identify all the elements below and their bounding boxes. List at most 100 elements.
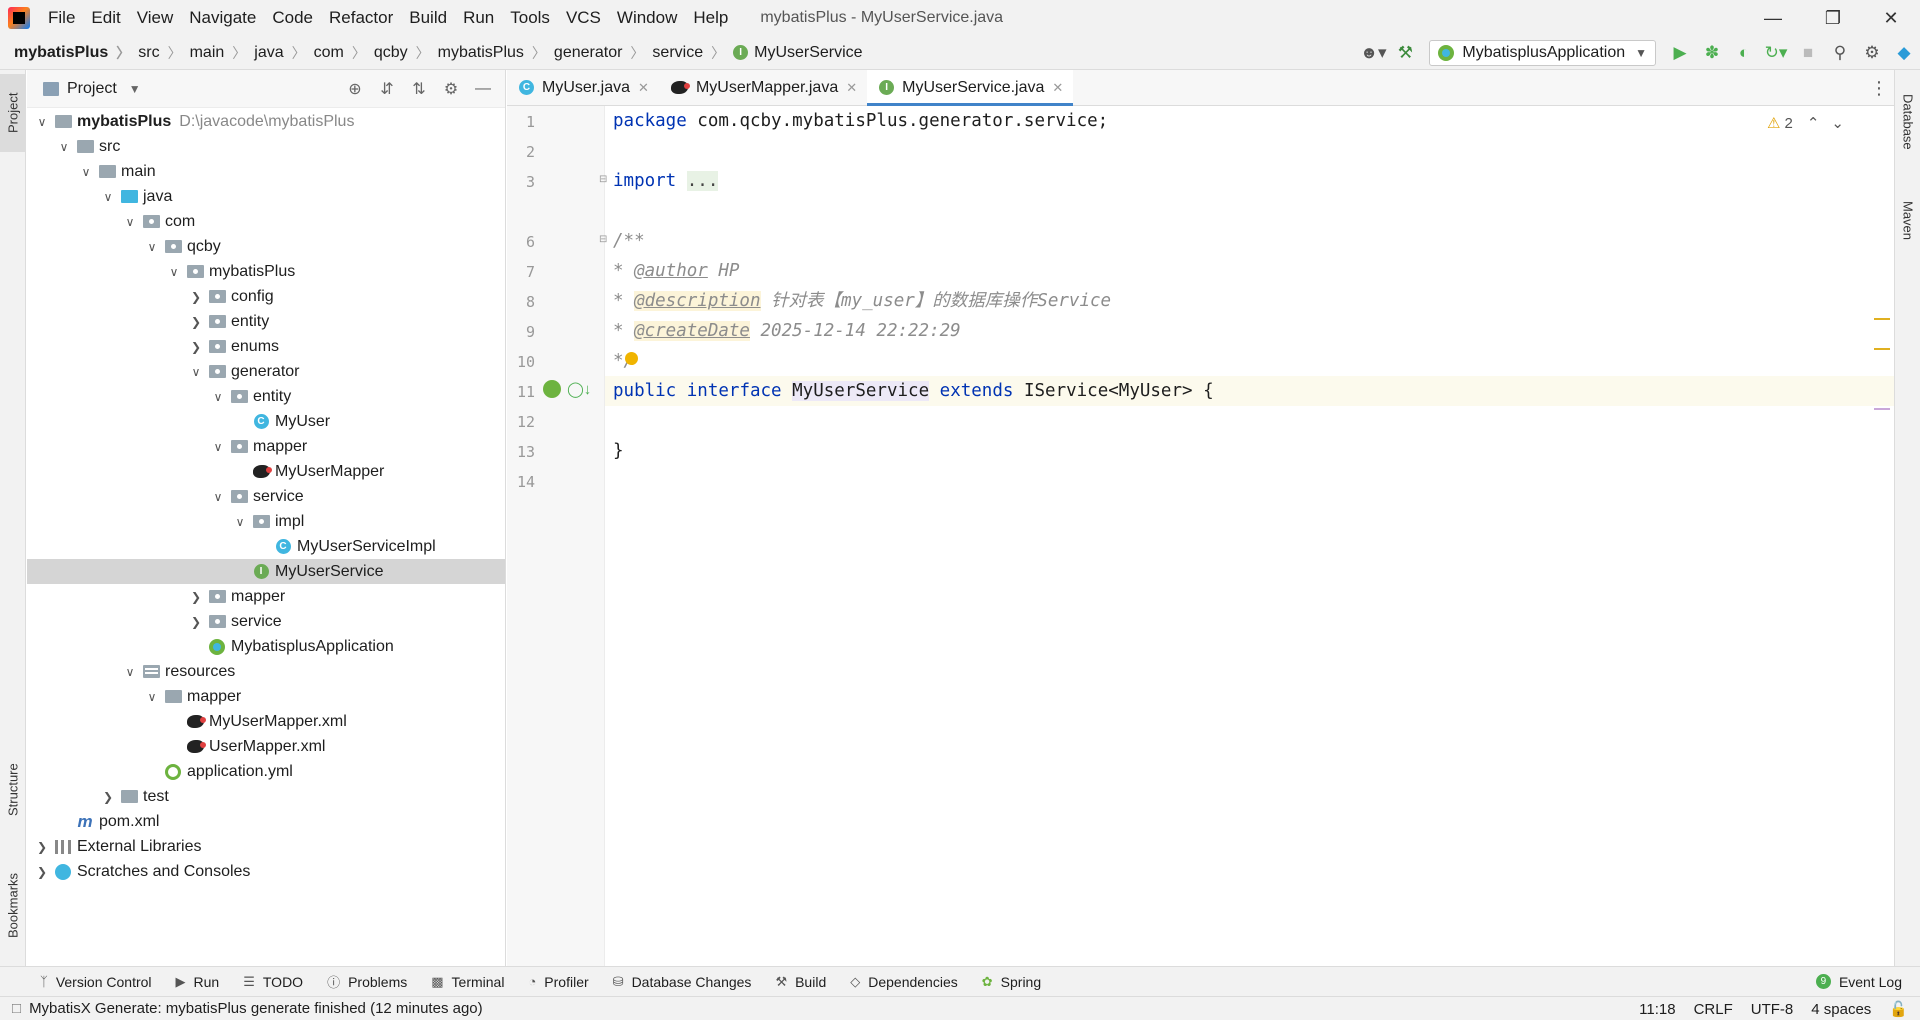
project-panel-title[interactable]: Project [67,80,117,98]
tree-item-com[interactable]: ∨ com [27,209,505,234]
tool-profiler[interactable]: ◔ Profiler [528,974,588,990]
tool-terminal[interactable]: ▩ Terminal [431,974,504,990]
tool-event-log[interactable]: 9 Event Log [1815,974,1902,990]
chevron-down-icon[interactable]: ∨ [207,490,229,504]
build-hammer-icon[interactable]: ⚒ [1389,36,1421,70]
tree-item-myusermapper-xml[interactable]: MyUserMapper.xml [27,709,505,734]
usage-stripe-marker[interactable] [1874,408,1890,410]
tree-item-usermapper-xml[interactable]: UserMapper.xml [27,734,505,759]
tree-item-mybatisplusapplication[interactable]: MybatisplusApplication [27,634,505,659]
chevron-down-icon[interactable]: ∨ [229,515,251,529]
tree-item-generator-mapper[interactable]: ∨ mapper [27,434,505,459]
chevron-down-icon[interactable]: ∨ [141,690,163,704]
menu-edit[interactable]: Edit [83,0,128,36]
tree-item-enums[interactable]: ❯ enums [27,334,505,359]
tree-item-config[interactable]: ❯ config [27,284,505,309]
chevron-right-icon[interactable]: ❯ [31,865,53,879]
close-window-icon[interactable]: ✕ [1862,0,1920,36]
profile-icon[interactable]: ↻▾ [1760,36,1792,70]
menu-window[interactable]: Window [609,0,685,36]
tab-myusermapper-java[interactable]: MyUserMapper.java ✕ [659,70,867,105]
chevron-down-icon[interactable]: ∨ [119,665,141,679]
menu-file[interactable]: File [40,0,83,36]
code-editor[interactable]: 1 2 3 3 6 7 8 9 10 11 12 13 14 ◯↓ ⊟ ⊟ pa… [507,106,1894,966]
structure-tool-tab[interactable]: Structure [0,750,26,830]
settings-gear-icon[interactable]: ⚙ [1856,36,1888,70]
locate-target-icon[interactable]: ⊕ [339,79,371,99]
menu-navigate[interactable]: Navigate [181,0,264,36]
tree-item-src[interactable]: ∨ src [27,134,505,159]
tree-item-myusermapper[interactable]: MyUserMapper [27,459,505,484]
chevron-right-icon[interactable]: ❯ [185,590,207,604]
search-icon[interactable]: ⚲ [1824,36,1856,70]
maven-tool-tab[interactable]: Maven [1895,186,1920,256]
line-separator[interactable]: CRLF [1694,1001,1733,1018]
tree-item-resources-mapper[interactable]: ∨ mapper [27,684,505,709]
gear-icon[interactable]: ⚙ [435,79,467,99]
run-icon[interactable]: ▶ [1664,36,1696,70]
chevron-down-icon[interactable]: ∨ [163,265,185,279]
warning-stripe-marker[interactable] [1874,318,1890,320]
breadcrumb-item[interactable]: mybatisPlus 〉 [14,43,138,63]
breadcrumb-item[interactable]: service 〉 [652,43,733,63]
tree-item-qcby[interactable]: ∨ qcby [27,234,505,259]
tree-item-resources[interactable]: ∨ resources [27,659,505,684]
breadcrumb-item[interactable]: mybatisPlus 〉 [438,43,554,63]
chevron-down-icon[interactable]: ∨ [31,115,53,129]
chevron-down-icon[interactable]: ∨ [75,165,97,179]
tree-item-java[interactable]: ∨ java [27,184,505,209]
hide-panel-icon[interactable]: — [467,80,499,98]
menu-code[interactable]: Code [264,0,321,36]
breadcrumb-item[interactable]: I MyUserService [733,44,863,62]
tool-build[interactable]: ⚒ Build [775,974,826,990]
expand-all-icon[interactable]: ⇵ [371,79,403,99]
menu-vcs[interactable]: VCS [558,0,609,36]
menu-view[interactable]: View [129,0,182,36]
lightbulb-icon[interactable] [625,352,638,365]
lock-icon[interactable]: 🔓 [1889,1000,1908,1018]
database-tool-tab[interactable]: Database [1895,82,1920,162]
tool-problems[interactable]: ⓘ Problems [327,972,407,991]
tree-item-myuserservice[interactable]: I MyUserService [27,559,505,584]
tree-item-myuser[interactable]: C MyUser [27,409,505,434]
project-tool-tab[interactable]: Project [0,74,26,152]
coverage-icon[interactable]: ◐ [1728,36,1760,70]
breadcrumb-item[interactable]: qcby 〉 [374,43,438,63]
inspection-widget[interactable]: ⚠ 2 ⌃ ⌄ [1767,114,1844,133]
chevron-down-icon[interactable]: ∨ [141,240,163,254]
more-tabs-icon[interactable]: ⋮ [1870,70,1888,106]
run-configuration-select[interactable]: MybatisplusApplication ▼ [1429,40,1656,66]
menu-build[interactable]: Build [401,0,455,36]
menu-help[interactable]: Help [685,0,736,36]
tree-item-application-yml[interactable]: application.yml [27,759,505,784]
fold-icon[interactable]: ⊟ [599,174,607,185]
close-tab-icon[interactable]: ✕ [846,80,857,96]
tree-item-myuserserviceimpl[interactable]: C MyUserServiceImpl [27,534,505,559]
tree-item-pom-xml[interactable]: m pom.xml [27,809,505,834]
collapse-all-icon[interactable]: ⇅ [403,79,435,99]
chevron-down-icon[interactable]: ▼ [129,82,141,96]
tree-item-mapper[interactable]: ❯ mapper [27,584,505,609]
chevron-down-icon[interactable]: ∨ [119,215,141,229]
chevron-right-icon[interactable]: ❯ [185,615,207,629]
breadcrumb-item[interactable]: com 〉 [314,43,374,63]
menu-refactor[interactable]: Refactor [321,0,401,36]
navigate-gutter-icon[interactable]: ◯↓ [567,380,591,398]
tree-item-entity[interactable]: ❯ entity [27,309,505,334]
indent-setting[interactable]: 4 spaces [1811,1001,1871,1018]
tree-item-generator-service[interactable]: ∨ service [27,484,505,509]
tree-item-external-libraries[interactable]: ❯ External Libraries [27,834,505,859]
tool-spring[interactable]: ✿ Spring [982,974,1041,990]
chevron-right-icon[interactable]: ❯ [97,790,119,804]
user-icon[interactable]: ☻▾ [1357,36,1389,70]
chevron-right-icon[interactable]: ❯ [185,290,207,304]
chevron-up-icon[interactable]: ⌃ [1807,114,1820,132]
file-encoding[interactable]: UTF-8 [1751,1001,1794,1018]
implemented-gutter-icon[interactable] [543,380,561,398]
tree-item-scratches[interactable]: ❯ Scratches and Consoles [27,859,505,884]
tab-myuserservice-java[interactable]: I MyUserService.java ✕ [867,70,1074,106]
tool-version-control[interactable]: ᛉ Version Control [40,974,152,990]
tree-item-main[interactable]: ∨ main [27,159,505,184]
menu-tools[interactable]: Tools [502,0,558,36]
chevron-down-icon[interactable]: ∨ [207,390,229,404]
